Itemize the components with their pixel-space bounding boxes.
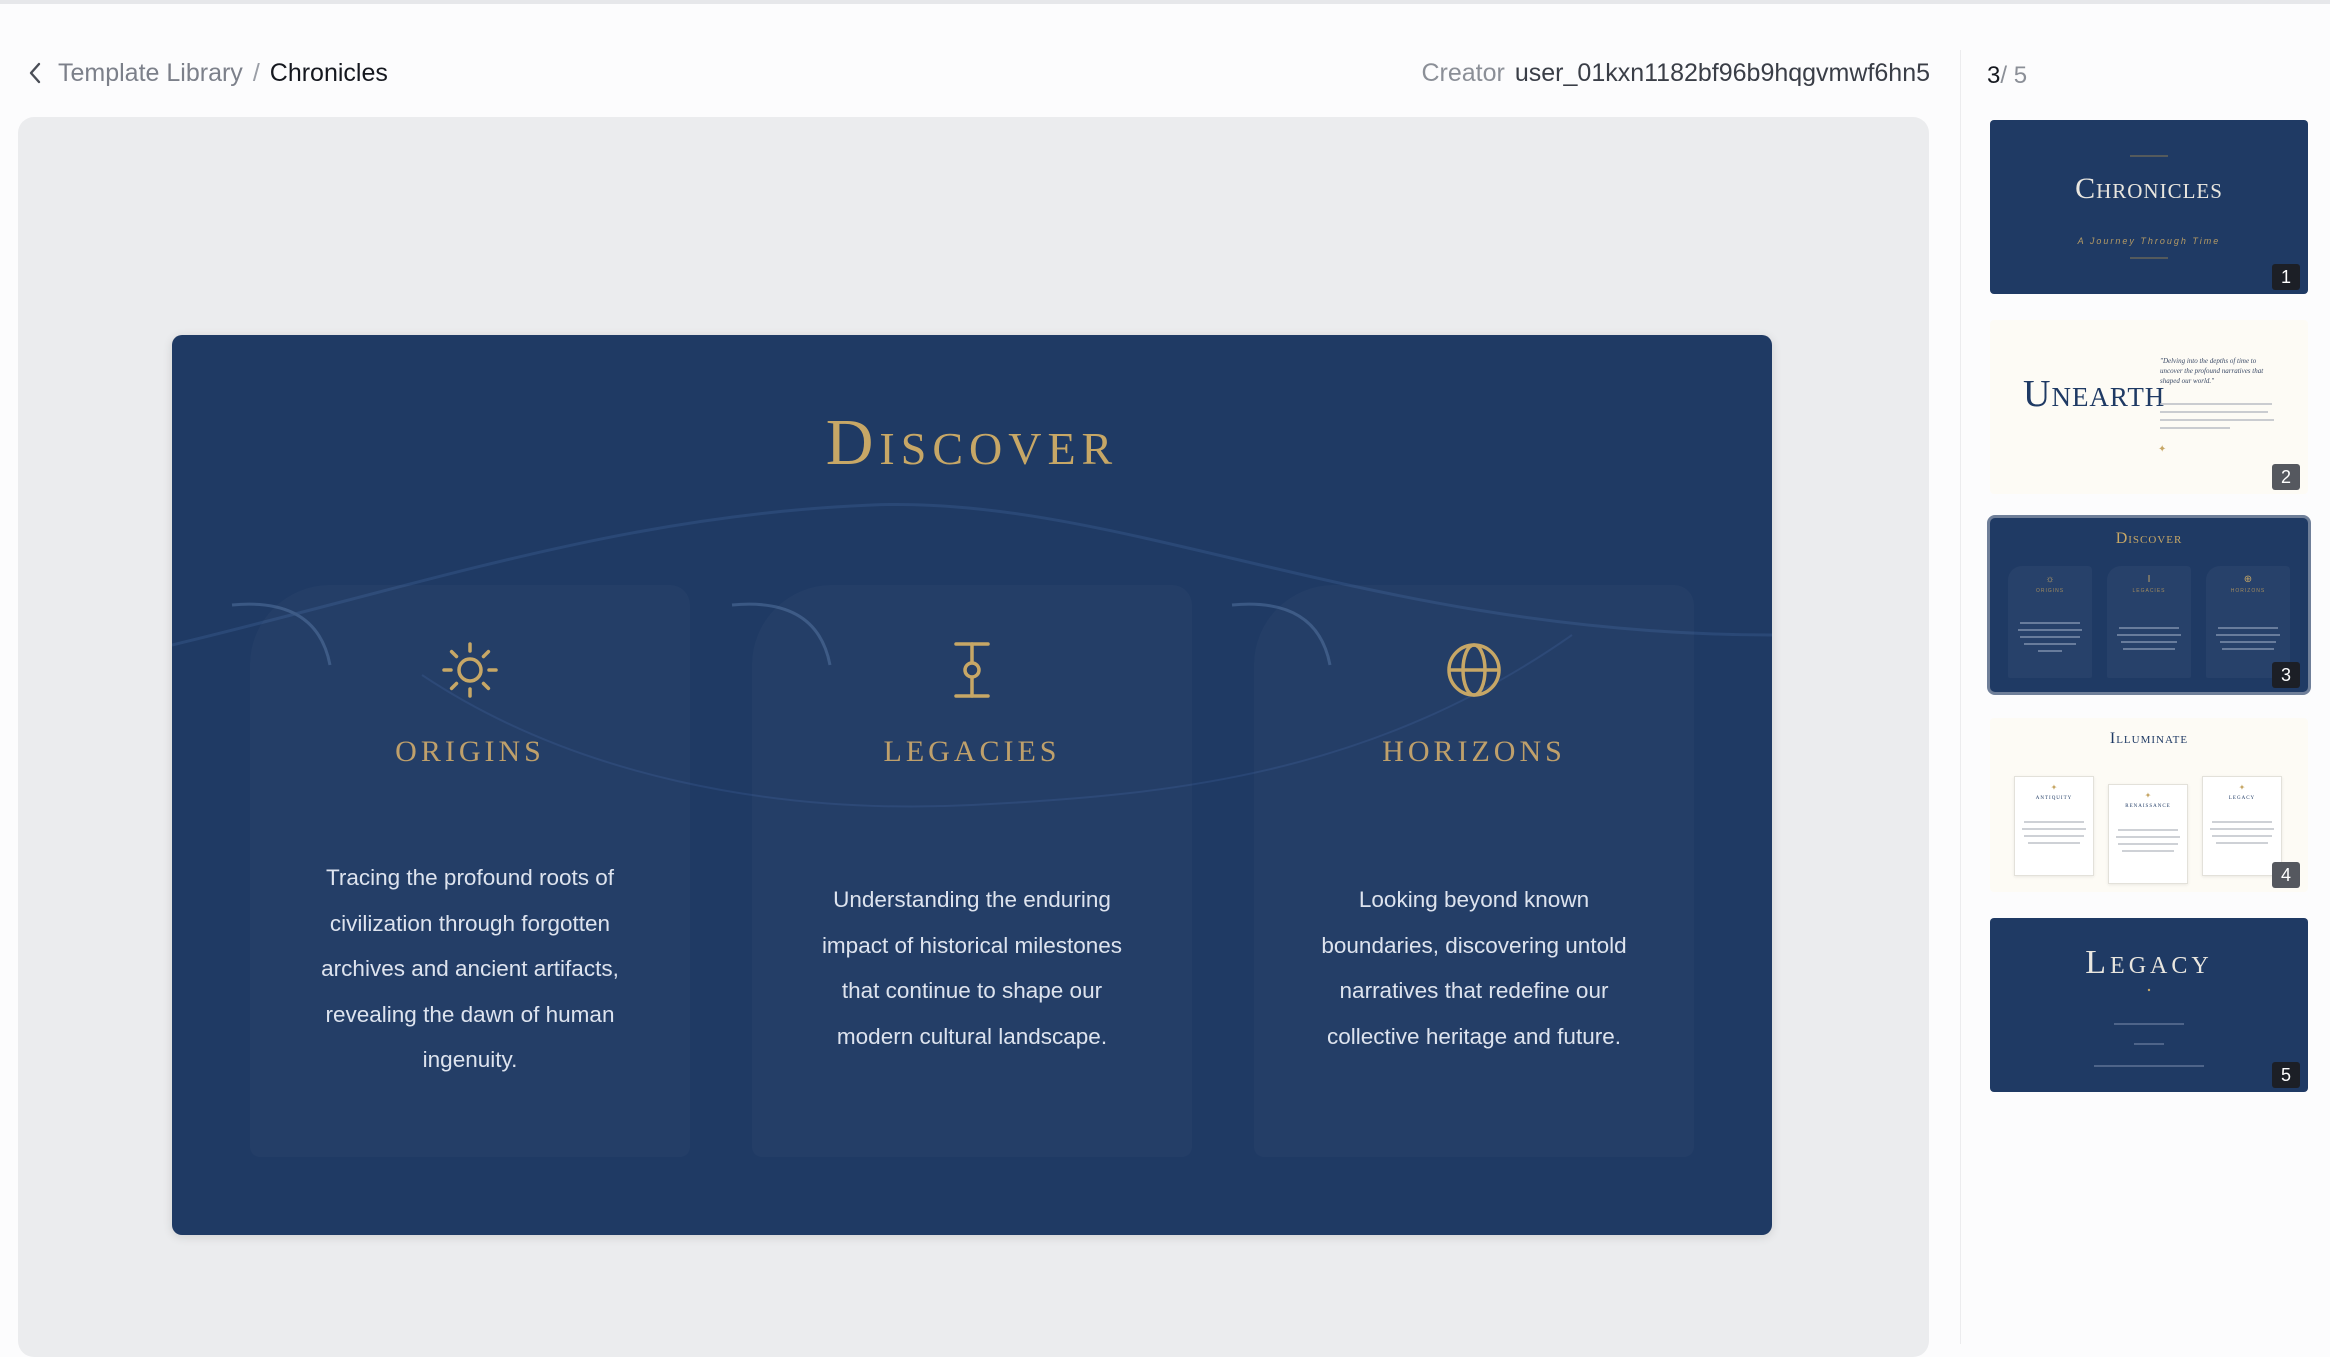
- breadcrumb-separator: /: [252, 59, 260, 87]
- pager-current: 3: [1987, 62, 2001, 89]
- card-title: LEGACIES: [883, 735, 1061, 768]
- slide-preview[interactable]: Discover ORIGINS Tracing the profound ro…: [172, 335, 1772, 1235]
- back-button[interactable]: [22, 58, 48, 88]
- creator-info: Creator user_01kxn1182bf96b9hqgvmwf6hn5: [1422, 58, 1931, 88]
- slide-title: Discover: [825, 406, 1119, 479]
- pager-total: / 5: [2000, 62, 2028, 89]
- card-legacies: LEGACIES Understanding the enduring impa…: [752, 585, 1192, 1157]
- thumbnail-3[interactable]: Discover ☼ ORIGINS I LEGACIES ⊕ HORIZONS…: [1987, 515, 2311, 695]
- card-text: Understanding the enduring impact of his…: [821, 887, 1123, 1049]
- creator-label: Creator: [1421, 59, 1505, 87]
- breadcrumb: Template Library / Chronicles: [58, 58, 388, 88]
- globe-icon: [1447, 643, 1501, 697]
- card-text: Tracing the profound roots of civilizati…: [321, 865, 619, 1072]
- thumbnail-text-lines: [2094, 988, 2204, 1067]
- thumbnail-decoration: [2130, 155, 2168, 259]
- slide-stage: Discover ORIGINS Tracing the profound ro…: [18, 117, 1929, 1357]
- thumbnail-1[interactable]: Chronicles A Journey Through Time 1: [1990, 120, 2308, 294]
- card-title: HORIZONS: [1382, 735, 1566, 768]
- thumbnail-number: 1: [2272, 264, 2300, 290]
- creator-value: user_01kxn1182bf96b9hqgvmwf6hn5: [1514, 59, 1930, 87]
- breadcrumb-current: Chronicles: [269, 59, 388, 87]
- thumbnail-number: 3: [2272, 662, 2300, 688]
- card-horizons: HORIZONS Looking beyond known boundaries…: [1254, 585, 1694, 1157]
- chevron-left-icon: [29, 62, 41, 84]
- star-icon: ✦: [2158, 444, 2167, 455]
- thumbnail-title: Unearth: [2023, 373, 2166, 415]
- card-title: ORIGINS: [395, 735, 545, 768]
- hourglass-icon: [954, 642, 990, 698]
- thumbnail-5[interactable]: Legacy 5: [1990, 918, 2308, 1092]
- thumbnail-subtitle: A Journey Through Time: [2077, 236, 2221, 246]
- sidebar-divider: [1960, 50, 1961, 1344]
- thumbnail-4[interactable]: Illuminate ✦ ANTIQUITY ✦ RENAISSANCE ✦ L…: [1990, 718, 2308, 892]
- breadcrumb-parent-link[interactable]: Template Library: [58, 59, 243, 87]
- thumbnail-text-lines: [2018, 622, 2280, 652]
- thumbnail-text-lines: [2022, 821, 2274, 852]
- thumbnail-quote: "Delving into the depths of time to unco…: [2160, 357, 2264, 385]
- card-text: Looking beyond known boundaries, discove…: [1321, 887, 1627, 1049]
- thumbnail-title: Chronicles: [2075, 172, 2223, 205]
- thumbnail-text-lines: [2160, 403, 2274, 429]
- top-border: [0, 0, 2330, 4]
- thumbnail-number: 2: [2272, 464, 2300, 490]
- sun-icon: [442, 642, 498, 698]
- card-origins: ORIGINS Tracing the profound roots of ci…: [250, 585, 690, 1157]
- thumbnail-number: 5: [2272, 1062, 2300, 1088]
- slide-pager: 3/ 5: [1987, 62, 2027, 90]
- thumbnail-number: 4: [2272, 862, 2300, 888]
- header: Template Library / Chronicles Creator user_…: [0, 50, 1930, 96]
- thumbnail-2[interactable]: Unearth "Delving into the depths of time…: [1990, 320, 2308, 494]
